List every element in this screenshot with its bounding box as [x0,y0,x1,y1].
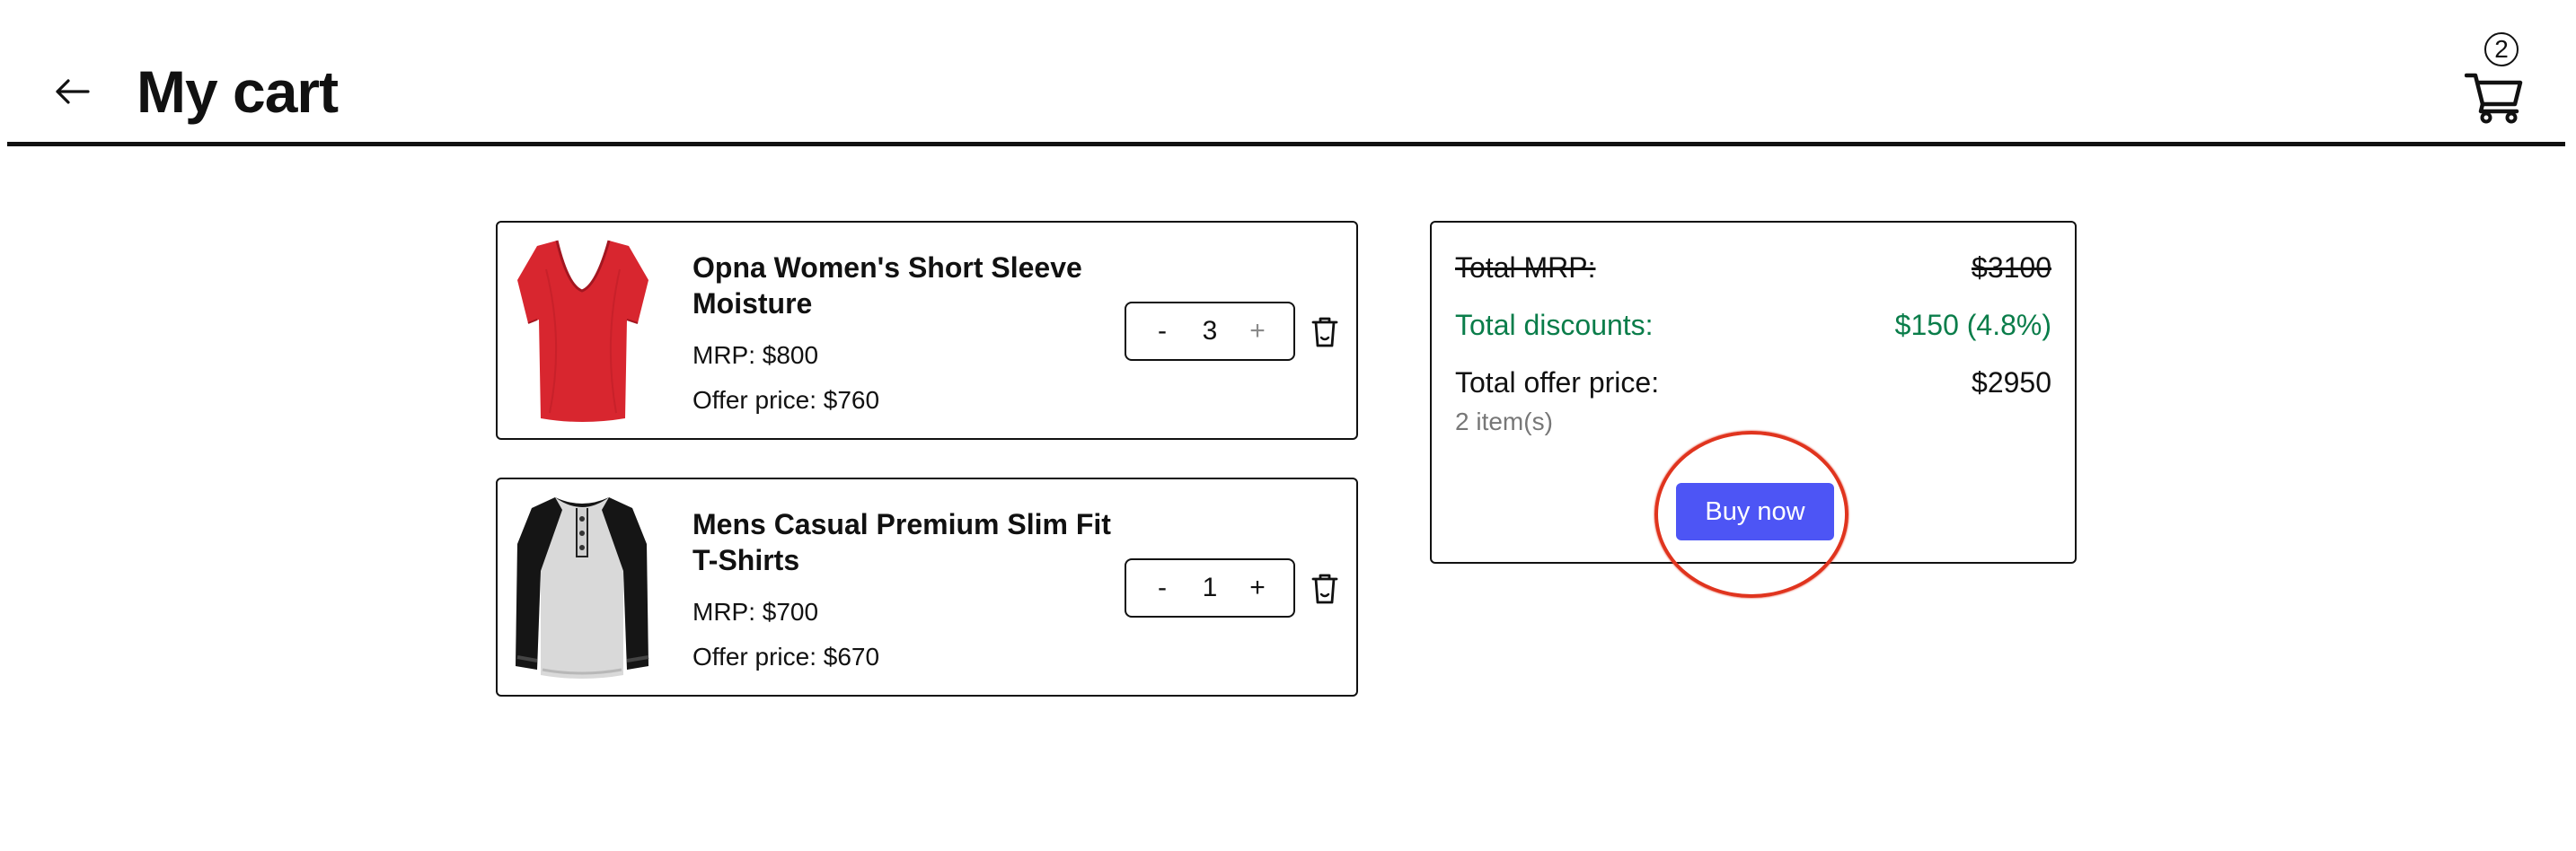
cart-button[interactable]: 2 [2457,32,2533,131]
total-mrp-label: Total MRP: [1455,251,1596,284]
cart-count-badge: 2 [2484,32,2519,66]
quantity-value: 1 [1202,573,1218,602]
trash-icon [1311,317,1338,347]
product-image-raglan-tshirt [516,497,649,679]
total-offer-row: Total offer price: $2950 [1455,364,2051,400]
decrement-button[interactable]: - [1146,573,1178,603]
total-mrp-value: $3100 [1972,251,2051,284]
decrement-button[interactable]: - [1146,316,1178,347]
product-image-red-tshirt [517,240,648,422]
arrow-left-icon [56,79,90,104]
quantity-stepper: - 3 + [1125,302,1295,361]
delete-item-button[interactable] [1310,316,1339,348]
header-divider [7,142,2565,146]
total-discounts-label: Total discounts: [1455,309,1654,341]
order-summary: Total MRP: $3100 Total discounts: $150 (… [1430,221,2077,598]
product-mrp: MRP: $800 [693,341,819,369]
quantity-value: 3 [1202,316,1218,346]
total-offer-label: Total offer price: [1455,366,1660,399]
items-count: 2 item(s) [1455,408,1553,435]
cart-item: Opna Women's Short Sleeve Moisture MRP: … [496,221,1358,440]
shopping-cart-icon [2465,73,2523,124]
product-name[interactable]: Mens Casual Premium Slim Fit T-Shirts [693,506,1124,578]
total-mrp-row: Total MRP: $3100 [1455,250,2051,285]
trash-icon [1311,574,1338,604]
increment-button[interactable]: + [1241,316,1274,347]
product-offer-price: Offer price: $670 [693,643,880,671]
back-button[interactable] [47,70,97,113]
header: My cart 2 [0,0,2576,151]
product-offer-price: Offer price: $760 [693,386,880,414]
product-mrp: MRP: $700 [693,598,819,626]
product-name[interactable]: Opna Women's Short Sleeve Moisture [693,250,1124,321]
page-title: My cart [137,58,339,125]
increment-button[interactable]: + [1241,573,1274,603]
buy-now-button[interactable]: Buy now [1676,483,1834,540]
total-offer-value: $2950 [1972,366,2051,399]
quantity-stepper: - 1 + [1125,558,1295,618]
total-discounts-row: Total discounts: $150 (4.8%) [1455,307,2051,343]
delete-item-button[interactable] [1310,573,1339,605]
cart-item: Mens Casual Premium Slim Fit T-Shirts MR… [496,478,1358,697]
total-discounts-value: $150 (4.8%) [1894,309,2051,341]
